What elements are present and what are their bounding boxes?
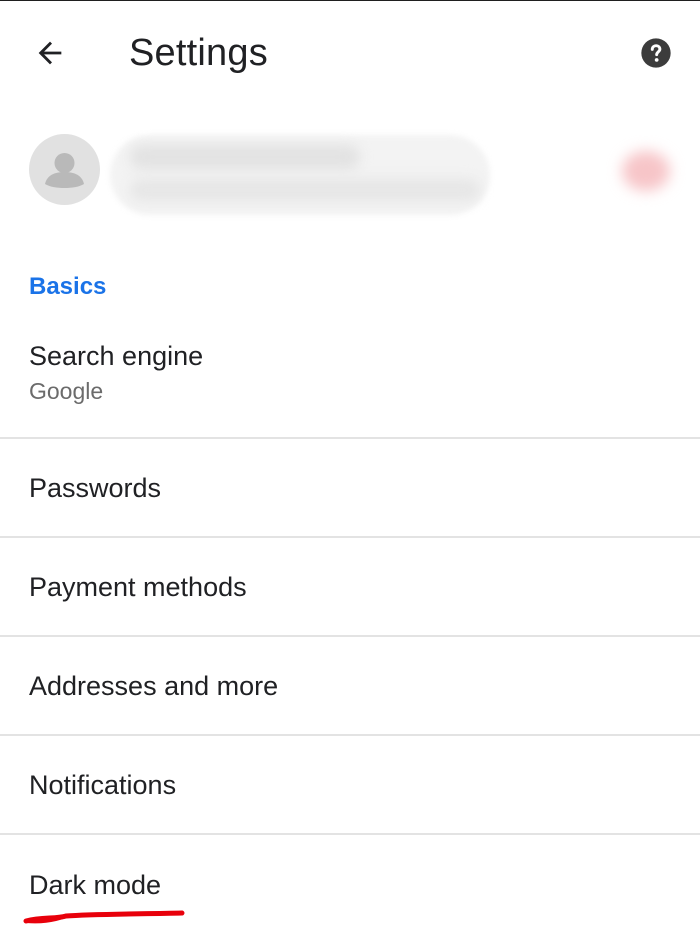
person-avatar-icon <box>29 134 100 205</box>
page-title: Settings <box>129 32 268 74</box>
settings-item-addresses[interactable]: Addresses and more <box>0 637 700 736</box>
settings-screen: Settings Basics Search engine Google Pas… <box>0 0 700 951</box>
top-app-bar: Settings <box>0 1 700 105</box>
settings-item-passwords[interactable]: Passwords <box>0 439 700 538</box>
help-icon <box>641 38 671 68</box>
settings-item-payment-methods[interactable]: Payment methods <box>0 538 700 637</box>
item-title: Notifications <box>29 769 177 800</box>
arrow-back-icon <box>38 41 62 65</box>
section-header-basics: Basics <box>29 273 107 300</box>
back-button[interactable] <box>24 29 76 77</box>
account-name-redacted <box>130 145 360 169</box>
item-title: Passwords <box>29 472 162 503</box>
settings-list: Search engine Google Passwords Payment m… <box>0 321 700 934</box>
settings-item-notifications[interactable]: Notifications <box>0 736 700 835</box>
settings-item-search-engine[interactable]: Search engine Google <box>0 321 700 439</box>
item-title: Search engine <box>29 341 204 371</box>
item-title: Payment methods <box>29 571 247 602</box>
account-row[interactable] <box>0 125 700 221</box>
sync-error-icon[interactable] <box>622 151 670 191</box>
item-title: Dark mode <box>29 869 162 900</box>
account-email-redacted <box>130 179 480 201</box>
item-title: Addresses and more <box>29 670 279 701</box>
help-button[interactable] <box>632 29 680 77</box>
item-subtitle: Google <box>29 378 104 404</box>
settings-item-dark-mode[interactable]: Dark mode <box>0 835 700 934</box>
